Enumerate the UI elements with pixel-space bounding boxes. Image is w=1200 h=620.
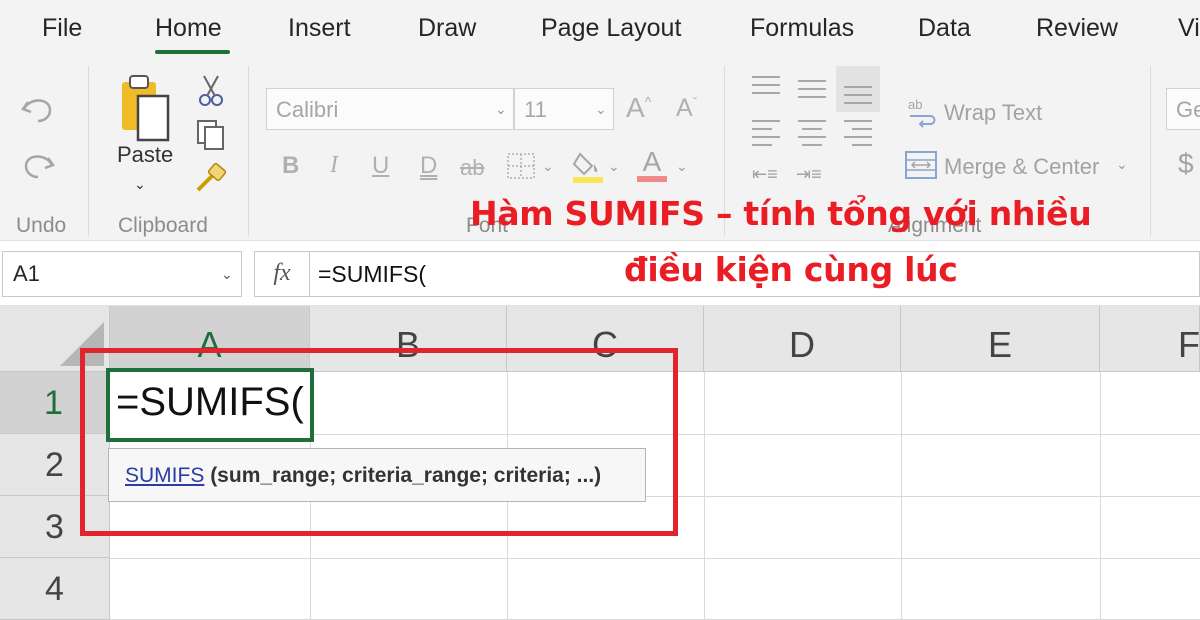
formula-bar: A1 ⌄ fx =SUMIFS(	[0, 240, 1200, 306]
caption-line-1: Hàm SUMIFS – tính tổng với nhiều	[470, 194, 1092, 233]
name-box[interactable]: A1 ⌄	[2, 251, 242, 297]
copy-icon[interactable]	[194, 118, 228, 152]
chevron-down-icon[interactable]: ⌄	[608, 158, 620, 175]
group-separator	[88, 66, 89, 236]
row-header-4[interactable]: 4	[0, 558, 110, 620]
chevron-down-icon[interactable]: ⌄	[1116, 156, 1128, 173]
wrap-text-icon[interactable]: ab	[906, 96, 938, 128]
tab-review[interactable]: Review	[1036, 14, 1118, 43]
italic-icon[interactable]: I	[330, 152, 338, 179]
paste-chevron-down-icon[interactable]: ⌄	[134, 176, 146, 193]
align-bottom-button[interactable]	[836, 66, 880, 112]
fx-icon: fx	[273, 260, 291, 286]
chevron-down-icon[interactable]: ⌄	[542, 158, 554, 175]
font-size-value: 11	[524, 97, 547, 122]
paste-icon[interactable]	[116, 72, 176, 144]
decrease-font-size-icon[interactable]: Aˇ	[676, 94, 697, 123]
tab-page-layout[interactable]: Page Layout	[541, 14, 681, 43]
currency-format-icon[interactable]: $	[1178, 148, 1194, 180]
tab-formulas[interactable]: Formulas	[750, 14, 854, 43]
number-format-dropdown[interactable]: Ge	[1166, 88, 1200, 130]
increase-indent-icon[interactable]: ⇥≡	[796, 164, 822, 185]
tab-insert[interactable]: Insert	[288, 14, 351, 43]
ribbon-tabs: File Home Insert Draw Page Layout Formul…	[0, 0, 1200, 60]
decrease-indent-icon[interactable]: ⇤≡	[752, 164, 778, 185]
undo-icon[interactable]	[20, 92, 56, 126]
redo-icon[interactable]	[20, 148, 56, 182]
underline-icon[interactable]: U	[372, 152, 389, 180]
chevron-down-icon[interactable]: ⌄	[221, 266, 233, 283]
chevron-down-icon[interactable]: ⌄	[676, 158, 688, 175]
svg-text:A: A	[643, 146, 662, 177]
chevron-down-icon: ⌄	[495, 101, 507, 117]
formula-text: =SUMIFS(	[318, 261, 426, 287]
name-box-value: A1	[13, 261, 40, 286]
column-header-e[interactable]: E	[901, 306, 1100, 372]
paste-label[interactable]: Paste	[117, 142, 173, 168]
group-separator	[248, 66, 249, 236]
column-gridline	[901, 372, 902, 620]
column-header-d[interactable]: D	[704, 306, 901, 372]
group-separator	[1150, 66, 1151, 236]
bold-icon[interactable]: B	[282, 152, 299, 180]
format-painter-icon[interactable]	[194, 162, 228, 194]
fill-color-icon[interactable]	[572, 148, 604, 184]
font-name-dropdown[interactable]: Calibri ⌄	[266, 88, 514, 130]
column-gridline	[1100, 372, 1101, 620]
row-gridline	[110, 558, 1200, 559]
column-gridline	[704, 372, 705, 620]
tab-view[interactable]: Vi	[1178, 14, 1200, 43]
wrap-text-label[interactable]: Wrap Text	[944, 100, 1042, 126]
svg-text:ab: ab	[908, 97, 922, 112]
undo-group-label: Undo	[16, 214, 67, 237]
chevron-down-icon: ⌄	[595, 101, 607, 117]
font-name-value: Calibri	[276, 97, 339, 122]
active-tab-indicator	[155, 50, 230, 54]
font-size-dropdown[interactable]: 11 ⌄	[514, 88, 614, 130]
tab-draw[interactable]: Draw	[418, 14, 476, 43]
double-underline-icon[interactable]: D	[420, 152, 437, 180]
merge-center-icon[interactable]	[904, 150, 938, 180]
merge-center-label[interactable]: Merge & Center	[944, 154, 1099, 180]
tab-file[interactable]: File	[42, 14, 82, 43]
strikethrough-icon[interactable]: ab	[460, 155, 484, 181]
number-format-value: Ge	[1176, 97, 1200, 122]
font-color-icon[interactable]: A	[636, 146, 668, 184]
increase-font-size-icon[interactable]: A^	[626, 92, 651, 124]
scissors-icon[interactable]	[198, 74, 224, 108]
tab-home[interactable]: Home	[155, 14, 222, 43]
caption-line-2: điều kiện cùng lúc	[624, 250, 958, 289]
column-header-f[interactable]: F	[1100, 306, 1200, 372]
borders-icon[interactable]	[506, 152, 536, 180]
tab-data[interactable]: Data	[918, 14, 971, 43]
clipboard-group-label: Clipboard	[118, 214, 208, 237]
highlight-frame	[80, 348, 678, 536]
insert-function-button[interactable]: fx	[254, 251, 310, 297]
